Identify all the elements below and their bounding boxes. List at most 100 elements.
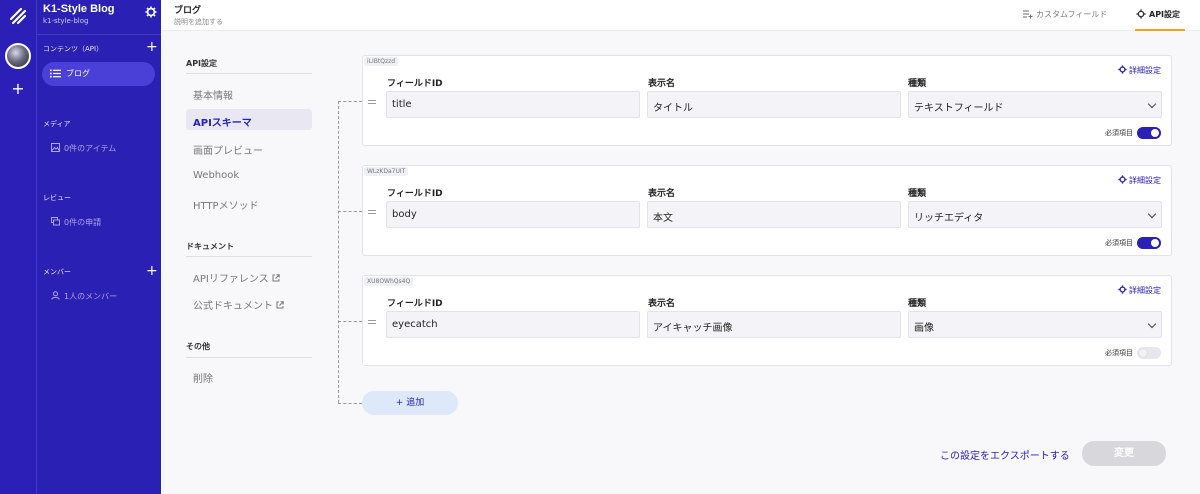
sidebar-section-contents: コンテンツ（API） xyxy=(43,45,104,53)
field-tag: XU8OWhQs4Q xyxy=(364,277,414,286)
field-id-input[interactable]: title xyxy=(386,91,640,118)
submenu-divider xyxy=(186,357,312,358)
display-name-input[interactable]: タイトル xyxy=(647,91,901,118)
type-select[interactable]: テキストフィールド xyxy=(908,91,1162,118)
sidebar-item-members[interactable]: 1人のメンバー xyxy=(51,291,117,302)
custom-field-icon xyxy=(1023,10,1033,19)
chevron-down-icon xyxy=(1147,319,1157,329)
app-rail: + xyxy=(0,0,36,494)
gear-icon xyxy=(1118,175,1127,184)
gear-icon xyxy=(1118,65,1127,74)
service-subdomain: k1-style-blog xyxy=(43,17,89,25)
submenu-section-api: API設定 xyxy=(186,59,218,68)
sidebar-item-blog[interactable]: ブログ xyxy=(42,62,155,86)
microcms-logo-icon[interactable] xyxy=(8,6,28,26)
type-label: 種類 xyxy=(908,189,927,199)
field-card: iLIBtQzzd フィールドID 表示名 種類 詳細設定 title タイトル… xyxy=(362,55,1172,146)
required-toggle[interactable] xyxy=(1137,127,1161,139)
add-member-icon[interactable]: + xyxy=(146,264,158,278)
required-toggle[interactable] xyxy=(1137,347,1161,359)
submenu-item-label: APIリファレンス xyxy=(193,274,269,285)
drag-handle-icon[interactable] xyxy=(368,100,376,104)
external-link-icon xyxy=(276,301,284,309)
submenu-item-http-method[interactable]: HTTPメソッド xyxy=(193,197,259,212)
submenu-item-delete[interactable]: 削除 xyxy=(193,370,213,385)
schema-connector xyxy=(338,321,362,322)
gear-icon[interactable] xyxy=(145,6,157,18)
service-name: K1-Style Blog xyxy=(43,3,115,15)
tab-custom-field[interactable]: カスタムフィールド xyxy=(1023,9,1107,20)
type-label: 種類 xyxy=(908,79,927,89)
service-avatar[interactable] xyxy=(5,43,31,69)
type-select-value: リッチエディタ xyxy=(914,213,984,224)
sidebar-item-label: 0件の申請 xyxy=(64,218,102,227)
sidebar: K1-Style Blog k1-style-blog コンテンツ（API） +… xyxy=(36,0,162,494)
display-name-label: 表示名 xyxy=(648,299,676,309)
required-label: 必須項目 xyxy=(1105,239,1133,247)
tab-label: カスタムフィールド xyxy=(1036,10,1108,19)
submenu-item-basic[interactable]: 基本情報 xyxy=(193,87,233,102)
field-card: WLzKDa7UIT フィールドID 表示名 種類 詳細設定 body 本文 リ… xyxy=(362,165,1172,256)
field-id-label: フィールドID xyxy=(387,189,443,199)
submenu-item-api-reference[interactable]: APIリファレンス xyxy=(193,270,280,285)
advanced-settings-link[interactable]: 詳細設定 xyxy=(1118,285,1161,296)
schema-connector xyxy=(338,211,362,212)
field-tag: WLzKDa7UIT xyxy=(364,167,409,176)
advanced-settings-label: 詳細設定 xyxy=(1129,66,1161,75)
add-description-link[interactable]: 説明を追加する xyxy=(174,17,223,27)
advanced-settings-link[interactable]: 詳細設定 xyxy=(1118,65,1161,76)
required-label: 必須項目 xyxy=(1105,129,1133,137)
chevron-down-icon xyxy=(1147,99,1157,109)
field-id-label: フィールドID xyxy=(387,299,443,309)
list-icon xyxy=(50,69,61,78)
required-label: 必須項目 xyxy=(1105,349,1133,357)
display-name-input[interactable]: 本文 xyxy=(647,201,901,228)
submenu-item-preview[interactable]: 画面プレビュー xyxy=(193,142,263,157)
submenu-item-webhook[interactable]: Webhook xyxy=(193,170,239,181)
schema-connector xyxy=(338,403,362,404)
submenu-divider xyxy=(186,73,312,74)
change-button[interactable]: 変更 xyxy=(1082,441,1166,466)
type-label: 種類 xyxy=(908,299,927,309)
review-icon xyxy=(51,217,60,226)
field-id-input[interactable]: body xyxy=(386,201,640,228)
sidebar-item-label: ブログ xyxy=(66,69,90,78)
field-id-input[interactable]: eyecatch xyxy=(386,311,640,338)
add-service-icon[interactable]: + xyxy=(0,80,36,98)
submenu-section-other: その他 xyxy=(186,342,210,351)
sidebar-item-label: 1人のメンバー xyxy=(64,292,118,301)
field-id-label: フィールドID xyxy=(387,79,443,89)
required-toggle[interactable] xyxy=(1137,237,1161,249)
display-name-input[interactable]: アイキャッチ画像 xyxy=(647,311,901,338)
schema-connector xyxy=(338,101,362,102)
page-title: ブログ xyxy=(174,6,202,16)
sidebar-item-media[interactable]: 0件のアイテム xyxy=(51,143,116,154)
gear-icon xyxy=(1118,285,1127,294)
submenu-divider xyxy=(186,256,312,257)
submenu-section-docs: ドキュメント xyxy=(186,242,234,251)
gear-icon xyxy=(1136,9,1146,19)
type-select[interactable]: 画像 xyxy=(908,311,1162,338)
type-select[interactable]: リッチエディタ xyxy=(908,201,1162,228)
type-select-value: テキストフィールド xyxy=(914,103,1004,114)
sidebar-item-label: 0件のアイテム xyxy=(64,144,117,153)
export-settings-link[interactable]: この設定をエクスポートする xyxy=(940,447,1070,462)
sidebar-item-review[interactable]: 0件の申請 xyxy=(51,217,101,228)
submenu-item-label: 公式ドキュメント xyxy=(193,301,273,312)
type-select-value: 画像 xyxy=(914,323,934,334)
advanced-settings-link[interactable]: 詳細設定 xyxy=(1118,175,1161,186)
schema-connector xyxy=(338,101,339,403)
field-tag: iLIBtQzzd xyxy=(364,57,399,66)
drag-handle-icon[interactable] xyxy=(368,320,376,324)
submenu-item-schema-label: APIスキーマ xyxy=(193,118,252,129)
advanced-settings-label: 詳細設定 xyxy=(1129,176,1161,185)
add-api-icon[interactable]: + xyxy=(146,40,158,54)
drag-handle-icon[interactable] xyxy=(368,210,376,214)
tab-api-settings[interactable]: API設定 xyxy=(1136,9,1180,20)
display-name-label: 表示名 xyxy=(648,189,676,199)
chevron-down-icon xyxy=(1147,209,1157,219)
external-link-icon xyxy=(272,274,280,282)
add-field-button[interactable]: + 追加 xyxy=(362,391,458,415)
submenu-item-official-docs[interactable]: 公式ドキュメント xyxy=(193,297,284,312)
sidebar-divider xyxy=(37,34,162,35)
